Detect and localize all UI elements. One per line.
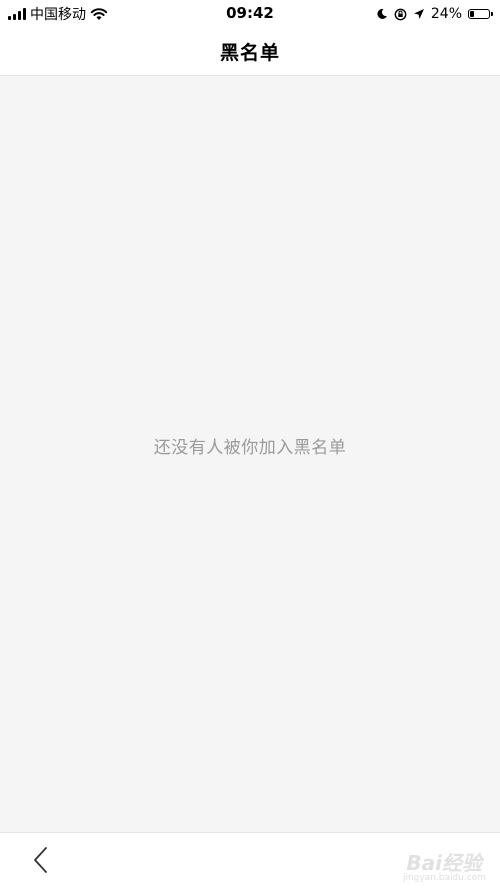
status-bar-right: 24% (376, 5, 493, 23)
page-title: 黑名单 (219, 42, 280, 64)
rotation-lock-icon (394, 8, 407, 20)
chevron-left-icon (34, 847, 47, 873)
bottom-toolbar: Bai经验 jingyan.baidu.com (0, 832, 500, 889)
status-bar: 中国移动 09:42 24% (0, 0, 500, 28)
watermark-url: jingyan.baidu.com (402, 873, 486, 883)
location-icon (413, 9, 424, 19)
battery-percent: 24% (430, 6, 462, 22)
blacklist-content: 还没有人被你加入黑名单 (0, 76, 500, 832)
empty-state-message: 还没有人被你加入黑名单 (153, 438, 347, 458)
back-button[interactable] (28, 845, 54, 875)
nav-bar: 黑名单 (0, 28, 500, 76)
battery-fill (470, 11, 474, 17)
moon-icon (377, 8, 387, 19)
watermark-logo: Bai经验 (406, 851, 482, 875)
battery-icon (468, 9, 493, 19)
